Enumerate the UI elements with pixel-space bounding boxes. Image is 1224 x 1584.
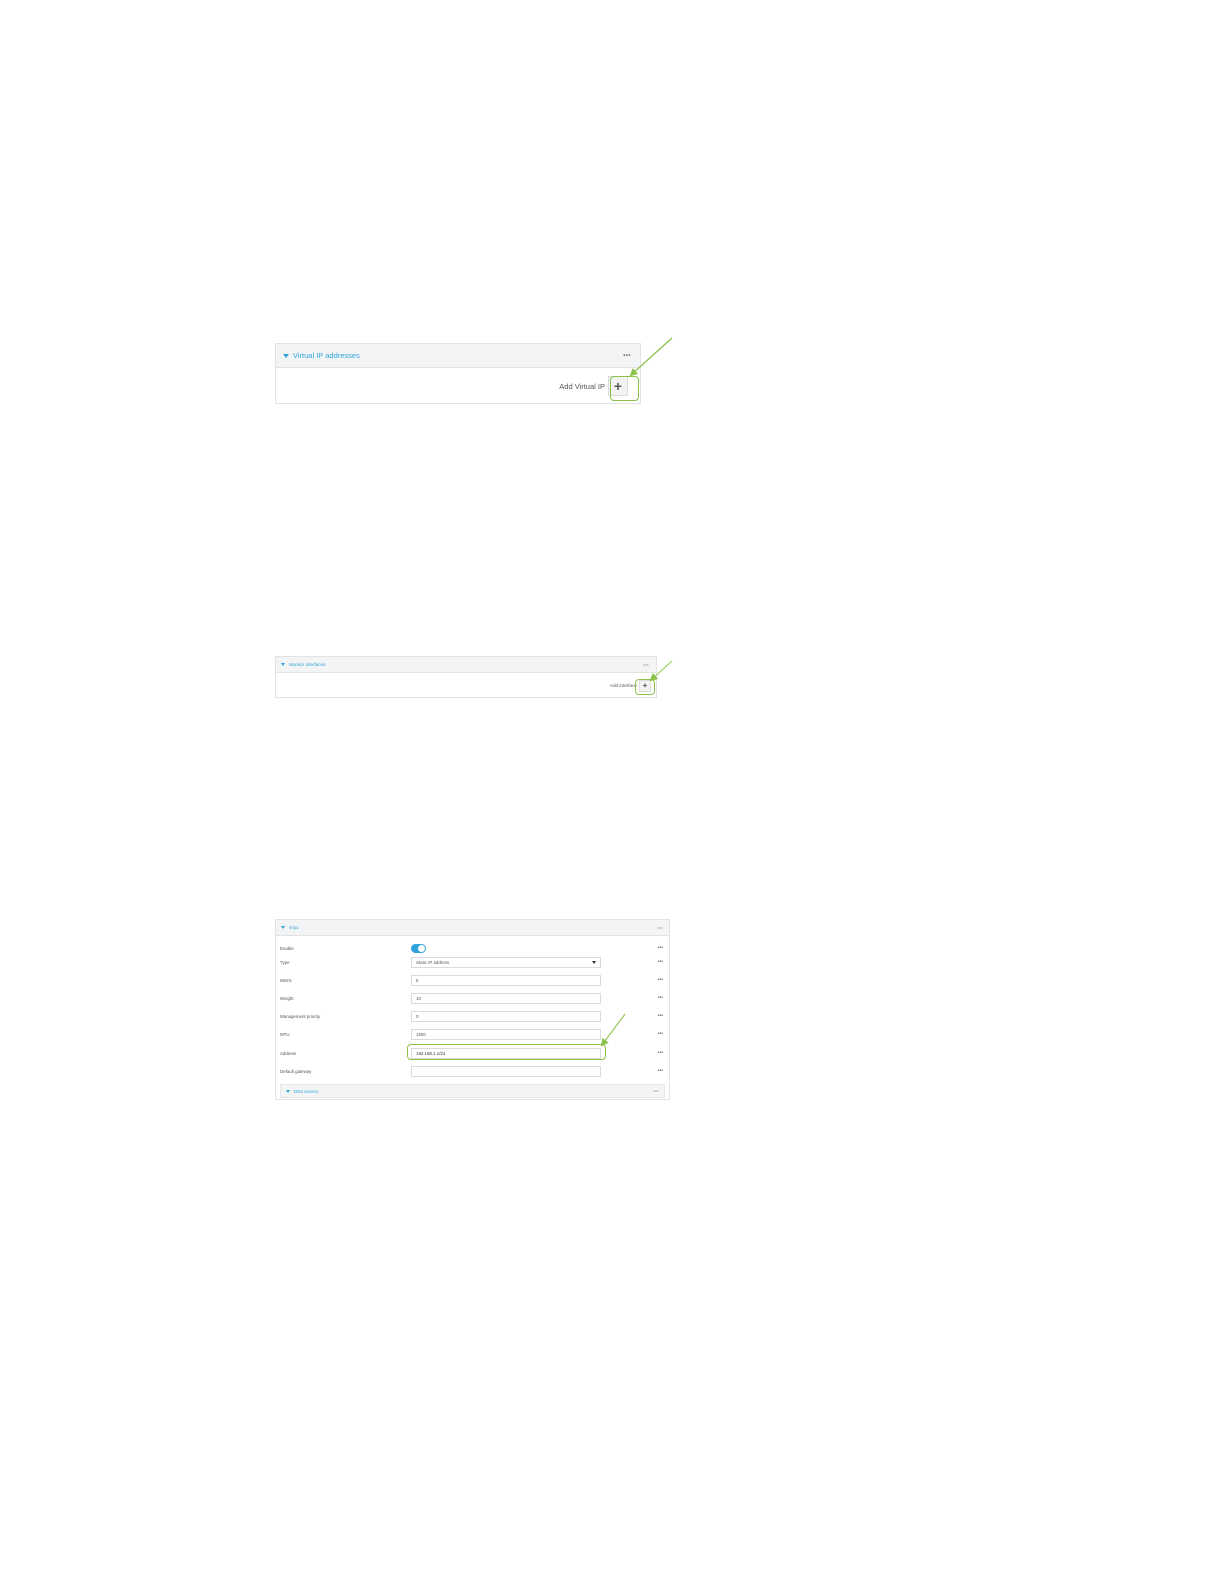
toggle-knob <box>418 945 425 952</box>
virtual-ip-addresses-header[interactable]: Virtual IP addresses ••• <box>276 344 640 368</box>
monitor-interfaces-title-text: Monitor interfaces <box>289 662 326 667</box>
row-options-icon[interactable]: ••• <box>658 945 663 951</box>
add-interface-label: Add interface <box>609 683 637 688</box>
vrrp-config-header[interactable]: vrrp1 ••• <box>276 920 669 936</box>
dns-servers-title[interactable]: DNS servers <box>286 1089 318 1094</box>
enable-toggle[interactable] <box>411 944 426 953</box>
vrrp-config-title-text: vrrp1 <box>289 925 299 930</box>
vrrp-config-panel: vrrp1 ••• Enable ••• Type Static IP addr… <box>275 919 670 1100</box>
chevron-down-icon <box>592 960 596 964</box>
row-options-icon[interactable]: ••• <box>658 995 663 1001</box>
enable-label: Enable <box>280 945 294 951</box>
more-options-icon[interactable]: ••• <box>643 662 649 667</box>
management-priority-label: Management priority <box>280 1013 321 1019</box>
virtual-ip-addresses-panel: Virtual IP addresses ••• Add Virtual IP … <box>275 343 641 404</box>
default-gateway-label: Default gateway <box>280 1068 312 1074</box>
add-interface-highlight <box>635 679 655 695</box>
dns-servers-subpanel[interactable]: DNS servers ••• <box>280 1084 665 1098</box>
metric-label: Metric <box>280 977 292 983</box>
address-highlight <box>407 1044 606 1060</box>
more-options-icon[interactable]: ••• <box>623 353 631 359</box>
dns-servers-title-text: DNS servers <box>294 1088 319 1094</box>
add-virtual-ip-label: Add Virtual IP <box>559 381 605 391</box>
row-options-icon[interactable]: ••• <box>658 959 663 965</box>
more-options-icon[interactable]: ••• <box>653 1089 659 1093</box>
virtual-ip-addresses-title-text: Virtual IP addresses <box>293 351 360 360</box>
type-label: Type <box>280 959 290 965</box>
metric-row: Metric 5 ••• <box>280 973 663 987</box>
monitor-interfaces-panel: Monitor interfaces ••• Add interface + <box>275 656 657 698</box>
type-row: Type Static IP address ••• <box>280 955 663 969</box>
weight-row: Weight 10 ••• <box>280 991 663 1005</box>
metric-input[interactable]: 5 <box>411 974 601 986</box>
vrrp-config-title[interactable]: vrrp1 <box>281 925 299 930</box>
address-label: Address <box>280 1050 297 1056</box>
add-virtual-ip-row: Add Virtual IP + <box>276 368 640 404</box>
collapse-caret-icon <box>281 926 285 929</box>
management-priority-row: Management priority 0 ••• <box>280 1009 663 1023</box>
mtu-input[interactable]: 1500 <box>411 1028 601 1040</box>
enable-row: Enable ••• <box>280 941 663 955</box>
mtu-label: MTU <box>280 1031 290 1037</box>
add-virtual-ip-highlight <box>610 376 639 401</box>
row-options-icon[interactable]: ••• <box>658 1068 663 1074</box>
type-select-value: Static IP address <box>416 959 450 965</box>
collapse-caret-icon <box>281 663 285 666</box>
weight-label: Weight <box>280 995 294 1001</box>
management-priority-input[interactable]: 0 <box>411 1010 601 1022</box>
type-select[interactable]: Static IP address <box>411 956 601 968</box>
collapse-caret-icon <box>283 353 289 358</box>
default-gateway-input[interactable] <box>411 1065 601 1077</box>
row-options-icon[interactable]: ••• <box>658 1031 663 1037</box>
callout-arrows <box>600 337 673 1047</box>
mtu-row: MTU 1500 ••• <box>280 1027 663 1041</box>
row-options-icon[interactable]: ••• <box>658 1050 663 1056</box>
more-options-icon[interactable]: ••• <box>657 925 663 930</box>
row-options-icon[interactable]: ••• <box>658 1013 663 1019</box>
weight-input[interactable]: 10 <box>411 992 601 1004</box>
monitor-interfaces-title[interactable]: Monitor interfaces <box>281 662 326 667</box>
row-options-icon[interactable]: ••• <box>658 977 663 983</box>
monitor-interfaces-header[interactable]: Monitor interfaces ••• <box>276 657 656 673</box>
virtual-ip-addresses-title[interactable]: Virtual IP addresses <box>283 351 360 360</box>
collapse-caret-icon <box>286 1089 290 1093</box>
add-interface-row: Add interface + <box>276 673 656 698</box>
default-gateway-row: Default gateway ••• <box>280 1064 663 1078</box>
